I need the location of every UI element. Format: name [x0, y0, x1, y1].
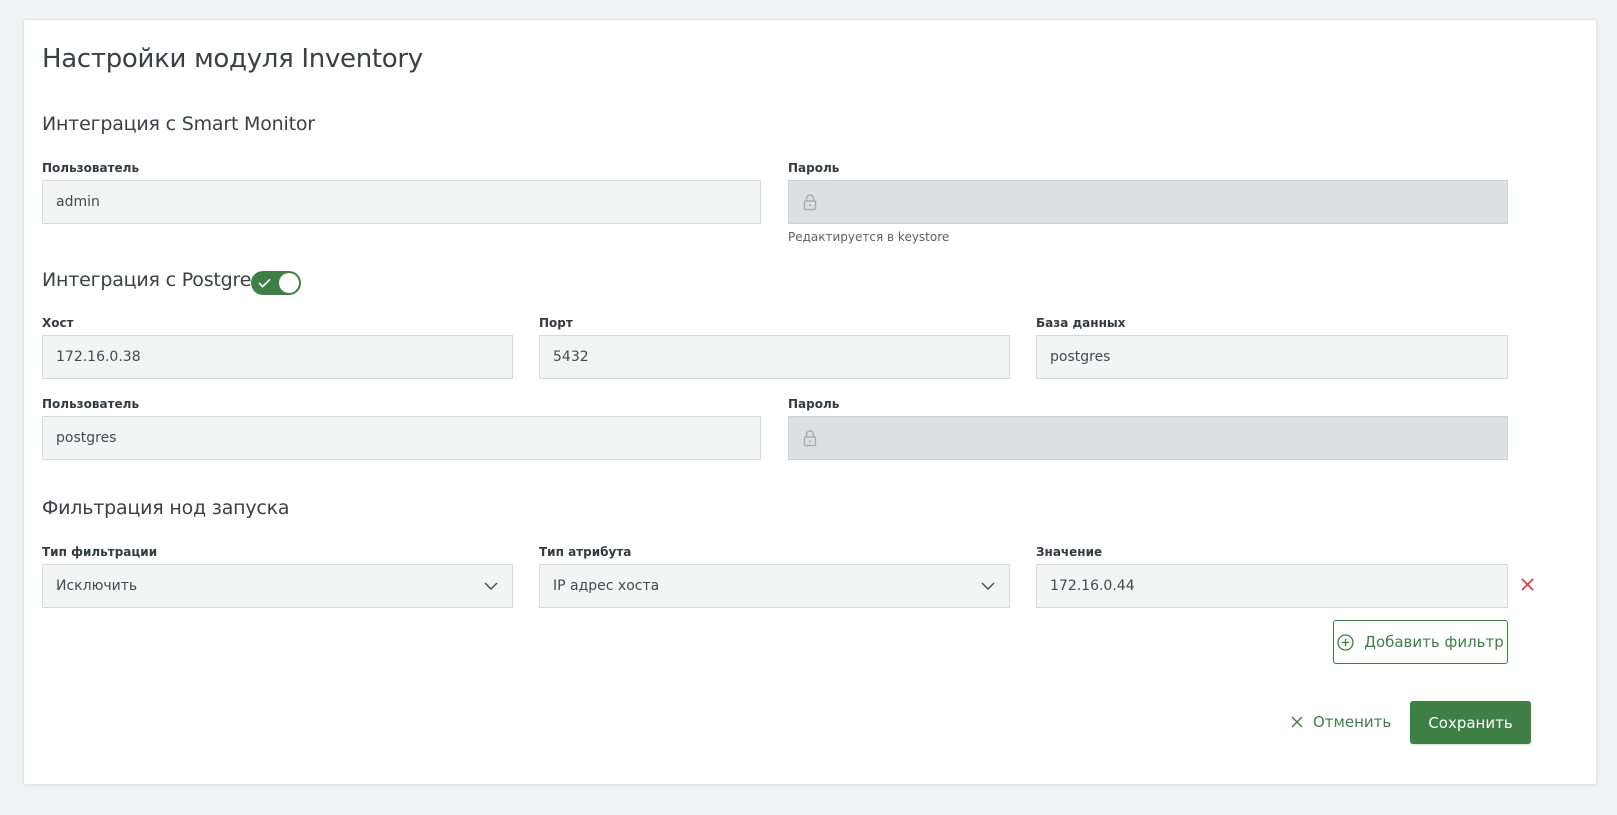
save-button[interactable]: Сохранить [1410, 701, 1531, 744]
postgres-toggle[interactable] [251, 271, 301, 295]
filter-type-select[interactable]: Исключить [42, 564, 513, 608]
sm-user-field[interactable]: admin [42, 180, 761, 224]
pg-host-value: 172.16.0.38 [56, 349, 141, 365]
filter-attr-select[interactable]: IP адрес хоста [539, 564, 1010, 608]
save-label: Сохранить [1428, 713, 1513, 732]
filter-type-value: Исключить [56, 578, 138, 594]
pg-user-label: Пользователь [42, 397, 140, 411]
pg-db-field[interactable]: postgres [1036, 335, 1508, 379]
remove-filter-button[interactable] [1521, 578, 1534, 591]
pg-user-value: postgres [56, 430, 117, 446]
toggle-knob [279, 273, 299, 293]
filter-attr-label: Тип атрибута [539, 545, 632, 559]
sm-password-label: Пароль [788, 161, 840, 175]
filter-value-label: Значение [1036, 545, 1103, 559]
cancel-label: Отменить [1313, 713, 1392, 731]
filter-value-value: 172.16.0.44 [1050, 578, 1135, 594]
close-icon [1291, 716, 1303, 728]
pg-port-value: 5432 [553, 349, 589, 365]
settings-card: Настройки модуля Inventory Интеграция с … [23, 19, 1597, 785]
pg-db-value: postgres [1050, 349, 1111, 365]
check-icon [258, 278, 271, 288]
page-title: Настройки модуля Inventory [42, 44, 423, 74]
chevron-down-icon [484, 582, 498, 590]
chevron-down-icon [981, 582, 995, 590]
close-icon [1521, 578, 1534, 591]
pg-port-field[interactable]: 5432 [539, 335, 1010, 379]
section-title-filters: Фильтрация нод запуска [42, 497, 290, 519]
pg-password-field [788, 416, 1508, 460]
add-filter-button[interactable]: Добавить фильтр [1333, 620, 1508, 664]
sm-password-field [788, 180, 1508, 224]
pg-host-label: Хост [42, 316, 74, 330]
lock-icon [802, 429, 818, 447]
pg-port-label: Порт [539, 316, 573, 330]
pg-password-label: Пароль [788, 397, 840, 411]
sm-password-hint: Редактируется в keystore [788, 230, 950, 244]
sm-user-label: Пользователь [42, 161, 140, 175]
cancel-button[interactable]: Отменить [1291, 711, 1391, 733]
plus-circle-icon [1337, 633, 1354, 651]
filter-attr-value: IP адрес хоста [553, 578, 660, 594]
lock-icon [802, 193, 818, 211]
pg-host-field[interactable]: 172.16.0.38 [42, 335, 513, 379]
pg-user-field[interactable]: postgres [42, 416, 761, 460]
pg-db-label: База данных [1036, 316, 1126, 330]
section-title-smart-monitor: Интеграция с Smart Monitor [42, 113, 315, 135]
add-filter-label: Добавить фильтр [1364, 633, 1504, 651]
section-title-postgres: Интеграция с Postgres [42, 269, 261, 291]
sm-user-value: admin [56, 194, 100, 210]
filter-value-field[interactable]: 172.16.0.44 [1036, 564, 1508, 608]
filter-type-label: Тип фильтрации [42, 545, 158, 559]
